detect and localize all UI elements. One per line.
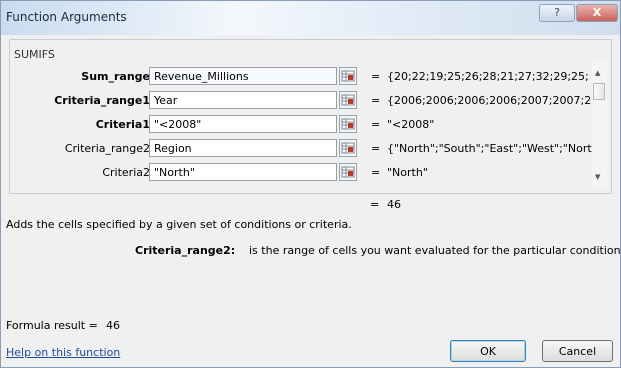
equals-sign: = [371,142,381,155]
argument-label: Criteria1 [95,118,150,131]
criteria1-input[interactable]: "<2008" [149,115,337,133]
function-arguments-dialog: Function Arguments ? X SUMIFS Sum_range … [0,0,621,368]
function-result-value: 46 [387,198,401,211]
scrollbar-thumb[interactable] [593,83,605,100]
argument-label: Criteria_range1 [54,94,150,107]
argument-row-criteria-range1: Criteria_range1 Year = {2006;2006;2006;2… [9,91,599,111]
scroll-up-icon[interactable]: ▲ [595,69,600,77]
argument-label: Criteria2 [102,166,150,179]
collapse-dialog-icon[interactable] [339,67,357,85]
collapse-dialog-icon[interactable] [339,163,357,181]
formula-result-value: 46 [106,319,120,332]
function-description: Adds the cells specified by a given set … [6,218,352,231]
title-bar[interactable]: Function Arguments ? X [1,1,620,35]
argument-result: {20;22;19;25;26;28;21;27;32;29;25; [387,70,589,83]
help-button[interactable]: ? [539,4,575,22]
argument-result: {"North";"South";"East";"West";"Nortl [387,142,595,155]
argument-row-criteria-range2: Criteria_range2 Region = {"North";"South… [9,139,599,159]
argument-result: "North" [387,166,428,179]
criteria-range1-input[interactable]: Year [149,91,337,109]
argument-row-sum-range: Sum_range Revenue_Millions = {20;22;19;2… [9,67,599,87]
function-name: SUMIFS [14,48,55,61]
argument-row-criteria1: Criteria1 "<2008" = "<2008" [9,115,599,135]
formula-result-label: Formula result = [6,319,98,332]
collapse-dialog-icon[interactable] [339,139,357,157]
criteria-range2-input[interactable]: Region [149,139,337,157]
ok-button[interactable]: OK [450,340,526,362]
argument-result: {2006;2006;2006;2006;2007;2007;2( [387,94,596,107]
dialog-title: Function Arguments [6,10,127,24]
argument-label: Criteria_range2 [64,142,150,155]
scroll-down-icon[interactable]: ▼ [595,173,600,181]
result-equals-sign: = [370,198,380,211]
close-button[interactable]: X [576,4,618,22]
equals-sign: = [371,70,381,83]
argument-result: "<2008" [387,118,435,131]
argument-help-text: is the range of cells you want evaluated… [249,244,621,257]
sum-range-input[interactable]: Revenue_Millions [149,67,337,85]
equals-sign: = [371,94,381,107]
collapse-dialog-icon[interactable] [339,115,357,133]
argument-help-name: Criteria_range2: [135,244,236,257]
argument-label: Sum_range [81,70,150,83]
arguments-scrollbar[interactable]: ▲ ▼ [592,61,607,189]
equals-sign: = [371,118,381,131]
argument-row-criteria2: Criteria2 "North" = "North" [9,163,599,183]
criteria2-input[interactable]: "North" [149,163,337,181]
collapse-dialog-icon[interactable] [339,91,357,109]
equals-sign: = [371,166,381,179]
help-on-function-link[interactable]: Help on this function [6,346,120,359]
cancel-button[interactable]: Cancel [542,340,613,362]
